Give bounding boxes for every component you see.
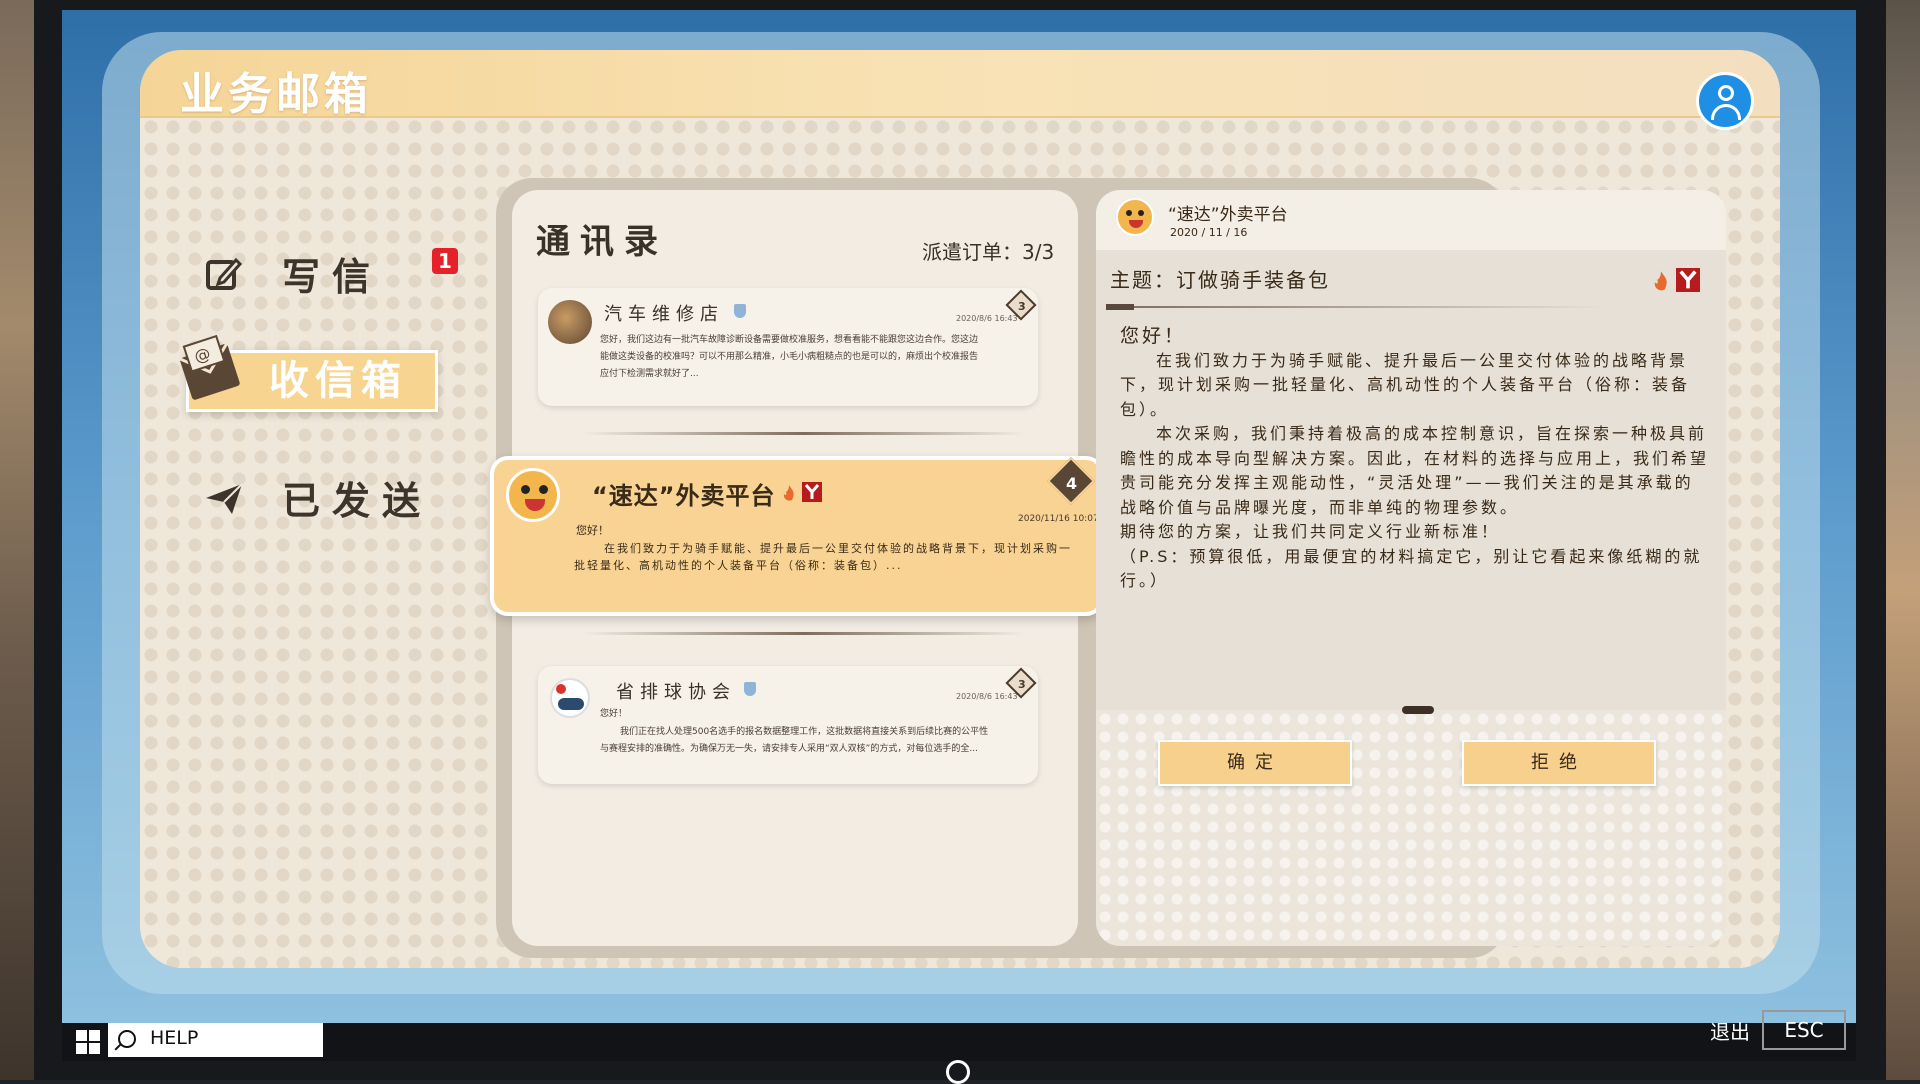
mail-greeting: 您好！ <box>576 524 609 537</box>
sender-name: 汽车维修店 <box>604 304 724 325</box>
mail-date: 2020/11/16 10:07 <box>1018 514 1099 524</box>
mail-item-suda-selected[interactable]: “速达”外卖平台 2020/11/16 10:07 4 您好！ 在我们致力于为骑… <box>490 456 1104 616</box>
sender-avatar-dog <box>506 468 560 522</box>
mail-detail-panel: “速达”外卖平台 2020 / 11 / 16 主题：订做骑手装备包 您好！ 在… <box>1096 190 1726 946</box>
flame-icon <box>1654 271 1667 291</box>
background-right <box>1880 0 1920 1080</box>
level-number: 3 <box>1018 300 1026 313</box>
brand-y-icon <box>802 482 822 502</box>
subject-divider <box>1106 306 1606 308</box>
confirm-button[interactable]: 确定 <box>1158 740 1352 786</box>
detail-sender: “速达”外卖平台 <box>1168 205 1288 225</box>
help-label: HELP <box>150 1027 199 1049</box>
title-bar: 业务邮箱 <box>140 50 1780 120</box>
level-number: 4 <box>1066 474 1078 493</box>
dispatch-counter: 派遣订单：3/3 <box>922 240 1055 264</box>
taskbar <box>62 1023 1856 1061</box>
user-icon-body <box>1711 104 1741 120</box>
sender-avatar <box>548 300 592 344</box>
level-number: 3 <box>1018 678 1026 691</box>
verified-shield-icon <box>734 304 746 318</box>
contacts-title: 通讯录 <box>536 222 668 262</box>
detail-paragraph: 本次采购，我们秉持着极高的成本控制意识，旨在探索一种极具前瞻性的成本导向型解决方… <box>1120 424 1710 517</box>
menu-sent[interactable]: 已发送 <box>202 470 432 525</box>
scrollbar-handle[interactable] <box>1402 706 1434 714</box>
sender-name: “速达”外卖平台 <box>592 482 776 510</box>
brand-y-icon <box>1676 268 1700 292</box>
page-title: 业务邮箱 <box>180 69 372 120</box>
windows-icon[interactable] <box>76 1030 100 1054</box>
menu-write-label: 写信 <box>282 255 383 299</box>
reject-button[interactable]: 拒绝 <box>1462 740 1656 786</box>
mail-preview: 在我们致力于为骑手赋能、提升最后一公里交付体验的战略背景下，现计划采购一批轻量化… <box>574 542 1072 572</box>
flame-icon <box>783 485 794 501</box>
esc-button[interactable]: ESC <box>1762 1010 1846 1050</box>
sender-name: 省排球协会 <box>616 682 736 703</box>
detail-body: 您好！ 在我们致力于为骑手赋能、提升最后一公里交付体验的战略背景下，现计划采购一… <box>1120 324 1710 594</box>
unread-badge: 1 <box>432 248 458 274</box>
detail-date: 2020 / 11 / 16 <box>1170 226 1248 239</box>
power-icon[interactable] <box>946 1060 970 1084</box>
menu-sent-label: 已发送 <box>282 479 433 523</box>
mail-date: 2020/8/6 16:43 <box>956 314 1018 323</box>
sender-avatar <box>550 678 590 718</box>
detail-paragraph: （P.S：预算很低，用最便宜的材料搞定它，别让它看起来像纸糊的就行。） <box>1120 546 1703 591</box>
mail-greeting: 您好！ <box>600 709 628 719</box>
search-icon <box>118 1030 136 1048</box>
send-icon <box>206 482 243 514</box>
mail-preview: 您好，我们这边有一批汽车故障诊断设备需要做校准服务，想看看能不能跟您这边合作。您… <box>600 335 979 379</box>
sender-avatar-dog <box>1116 198 1154 236</box>
divider <box>584 432 1024 435</box>
detail-paragraph: 期待您的方案，让我们共同定义行业新标准！ <box>1120 522 1501 541</box>
mail-item-volleyball[interactable]: 省排球协会 2020/8/6 16:43 3 您好！ 我们正在找人处理500名选… <box>538 666 1038 784</box>
profile-avatar-button[interactable] <box>1696 72 1754 130</box>
detail-subject: 主题：订做骑手装备包 <box>1110 268 1330 292</box>
mail-item-car-repair[interactable]: 汽车维修店 2020/8/6 16:43 3 您好，我们这边有一批汽车故障诊断设… <box>538 288 1038 406</box>
detail-header: “速达”外卖平台 2020 / 11 / 16 <box>1096 190 1726 250</box>
subject-divider-marker <box>1106 304 1134 310</box>
help-search-box[interactable] <box>108 1023 323 1057</box>
verified-shield-icon <box>744 682 756 696</box>
user-icon <box>1718 85 1734 101</box>
detail-paragraph: 在我们致力于为骑手赋能、提升最后一公里交付体验的战略背景下，现计划采购一批轻量化… <box>1120 350 1691 419</box>
detail-greeting: 您好！ <box>1120 325 1187 347</box>
mail-date: 2020/8/6 16:43 <box>956 692 1018 701</box>
divider <box>584 632 1024 635</box>
edit-icon <box>206 257 243 290</box>
exit-label: 退出 <box>1710 1020 1750 1044</box>
mail-preview: 我们正在找人处理500名选手的报名数据整理工作，这批数据将直接关系到后续比赛的公… <box>600 727 989 754</box>
menu-write[interactable]: 写信 <box>202 246 382 301</box>
